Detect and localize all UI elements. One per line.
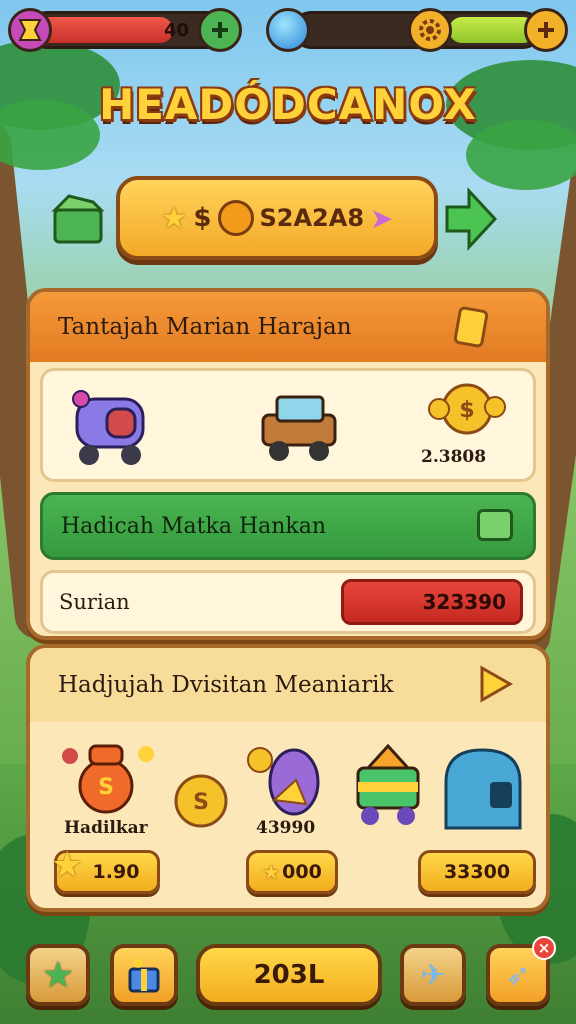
- gear-icon[interactable]: [408, 8, 452, 52]
- star-icon: ★: [51, 845, 84, 886]
- center-action-label: 203L: [253, 960, 325, 990]
- close-icon[interactable]: ×: [532, 936, 556, 960]
- shop-item-2-caption: 43990: [256, 818, 316, 838]
- rewards-panel-title: Tantajah Marian Harajan: [58, 314, 352, 340]
- center-action-button[interactable]: 203L: [196, 944, 382, 1006]
- shop-item-3-price: 33300: [443, 861, 511, 883]
- green-reward-row[interactable]: Hadicah Matka Hankan: [40, 492, 536, 560]
- reward-items-card: $ 2.3808: [40, 368, 536, 482]
- shield-emblem-icon[interactable]: [8, 8, 52, 52]
- paper-plane-icon: ✈: [420, 957, 446, 993]
- star-icon: ★: [262, 860, 281, 884]
- shop-item-3-price-button[interactable]: 33300: [418, 850, 536, 894]
- green-leaf-icon[interactable]: [477, 509, 513, 541]
- svg-text:$: $: [459, 398, 474, 423]
- score-row: Surian 323390: [40, 570, 536, 634]
- paper-plane-icon: ➤: [370, 201, 394, 235]
- gold-plus-icon[interactable]: [524, 8, 568, 52]
- robot-coin-icon[interactable]: S: [60, 736, 160, 824]
- green-plus-icon[interactable]: [198, 8, 242, 52]
- rocket-icon: ➶: [505, 957, 531, 993]
- svg-text:S: S: [193, 790, 209, 815]
- gold-tag-icon[interactable]: [452, 305, 490, 349]
- game-title: HEADÓDCANOX: [99, 80, 477, 129]
- shop-item-1-price-button[interactable]: ★ 1.90: [51, 845, 160, 894]
- svg-text:S: S: [98, 775, 114, 800]
- rewards-panel-header: Tantajah Marian Harajan: [30, 292, 546, 362]
- shop-panel-header: Hadjujah Dvisitan Meaniarik: [30, 648, 546, 722]
- green-arrow-right-icon[interactable]: [440, 184, 500, 254]
- green-box-icon[interactable]: [48, 190, 108, 248]
- gold-coin-icon[interactable]: S: [172, 772, 230, 834]
- coin-pile-icon[interactable]: $: [427, 379, 507, 445]
- health-value: 40: [163, 20, 189, 41]
- money-bag-icon: [217, 200, 254, 236]
- egg-coin-icon[interactable]: [244, 740, 330, 824]
- brown-truck-icon[interactable]: [255, 389, 343, 473]
- blue-machine-icon[interactable]: [438, 742, 528, 842]
- score-value[interactable]: 323390: [341, 579, 523, 625]
- shop-item-1-price: 1.90: [92, 861, 140, 883]
- shop-item-2-price-button[interactable]: ★ 000: [246, 850, 338, 894]
- send-button[interactable]: ✈: [400, 944, 466, 1006]
- green-row-label: Hadicah Matka Hankan: [61, 513, 327, 539]
- shop-item-2-price: 000: [282, 861, 322, 883]
- green-star-icon: ★: [41, 954, 75, 996]
- gift-button[interactable]: [110, 944, 178, 1006]
- purple-machine-icon[interactable]: [67, 385, 157, 473]
- rocket-button[interactable]: ➶ ×: [486, 936, 556, 1006]
- gift-box-icon: [128, 958, 160, 993]
- banner-label: S2A2A8: [259, 204, 365, 232]
- top-hud: 40: [8, 6, 568, 54]
- shop-panel: Hadjujah Dvisitan Meaniarik S S Hadilkar…: [26, 644, 550, 912]
- cart-box-icon[interactable]: [352, 742, 426, 836]
- score-label: Surian: [59, 590, 130, 614]
- shop-item-1-caption: Hadilkar: [64, 818, 148, 838]
- star-icon: ★: [160, 200, 188, 236]
- favorites-button[interactable]: ★: [26, 944, 90, 1006]
- yellow-play-icon[interactable]: [478, 664, 514, 708]
- shop-panel-title: Hadjujah Dvisitan Meaniarik: [58, 672, 394, 698]
- blue-gem-icon[interactable]: [266, 8, 310, 52]
- rewards-panel: Tantajah Marian Harajan $ 2.3808 Hadicah…: [26, 288, 550, 640]
- currency-banner[interactable]: ★ $ S2A2A8 ➤: [116, 176, 438, 260]
- currency-symbol: $: [193, 203, 212, 233]
- coin-pile-value: 2.3808: [421, 447, 487, 467]
